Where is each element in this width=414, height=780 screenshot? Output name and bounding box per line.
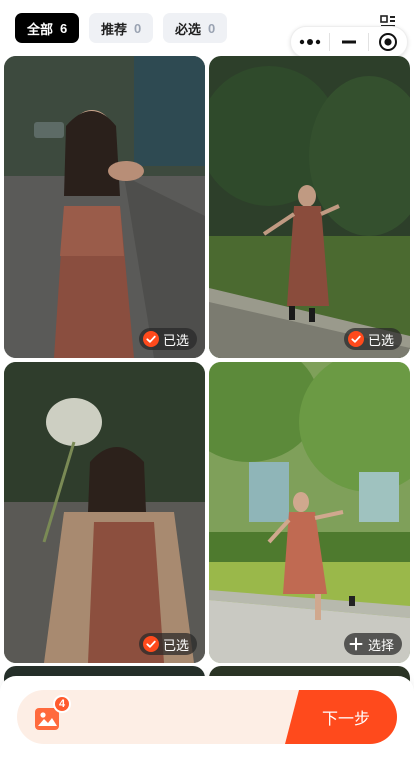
photo-status-label: 已选 <box>162 332 189 348</box>
selection-pill: 4 下一步 <box>17 690 397 744</box>
more-menu-button[interactable] <box>291 27 329 57</box>
photo-status-badge[interactable]: 已选 <box>138 633 197 655</box>
next-step-button[interactable]: 下一步 <box>285 690 397 744</box>
selected-count-badge: 4 <box>53 695 71 713</box>
photo-image <box>4 56 205 358</box>
minus-icon <box>342 40 356 44</box>
bottom-action-bar: 4 下一步 <box>0 676 414 780</box>
tab-recommended-count: 0 <box>134 20 142 36</box>
tab-all-count: 6 <box>60 20 68 36</box>
photo-status-label: 已选 <box>367 332 394 348</box>
plus-icon <box>349 637 363 651</box>
target-close-icon <box>379 33 397 51</box>
minimize-button[interactable] <box>330 27 368 57</box>
photo-card-2[interactable]: 已选 <box>209 56 410 358</box>
tab-required-label: 必选 <box>175 21 202 37</box>
photo-image <box>209 56 410 358</box>
photo-status-label: 已选 <box>162 637 189 653</box>
checkmark-circle-icon <box>142 331 159 347</box>
checkmark-circle-icon <box>142 636 159 652</box>
photo-card-3[interactable]: 已选 <box>4 362 205 663</box>
tab-required-count: 0 <box>208 20 216 36</box>
photo-image <box>209 362 410 663</box>
filter-bar: 全部 6 推荐 0 必选 0 <box>0 0 414 58</box>
tab-recommended[interactable]: 推荐 0 <box>89 13 154 43</box>
photo-status-label: 选择 <box>367 637 394 653</box>
photo-status-badge[interactable]: 选择 <box>343 633 402 655</box>
photo-card-4[interactable]: 选择 <box>209 362 410 663</box>
tab-all-label: 全部 <box>27 21 54 37</box>
photo-status-badge[interactable]: 已选 <box>138 328 197 350</box>
photo-status-badge[interactable]: 已选 <box>343 328 402 350</box>
tab-recommended-label: 推荐 <box>101 21 128 37</box>
photo-card-1[interactable]: 已选 <box>4 56 205 358</box>
mini-program-capsule <box>290 26 408 58</box>
checkmark-circle-icon <box>347 331 364 347</box>
tab-required[interactable]: 必选 0 <box>163 13 228 43</box>
tab-all[interactable]: 全部 6 <box>15 13 80 43</box>
close-mini-program-button[interactable] <box>369 27 407 57</box>
more-dots-icon <box>299 39 321 45</box>
photo-image <box>4 362 205 663</box>
